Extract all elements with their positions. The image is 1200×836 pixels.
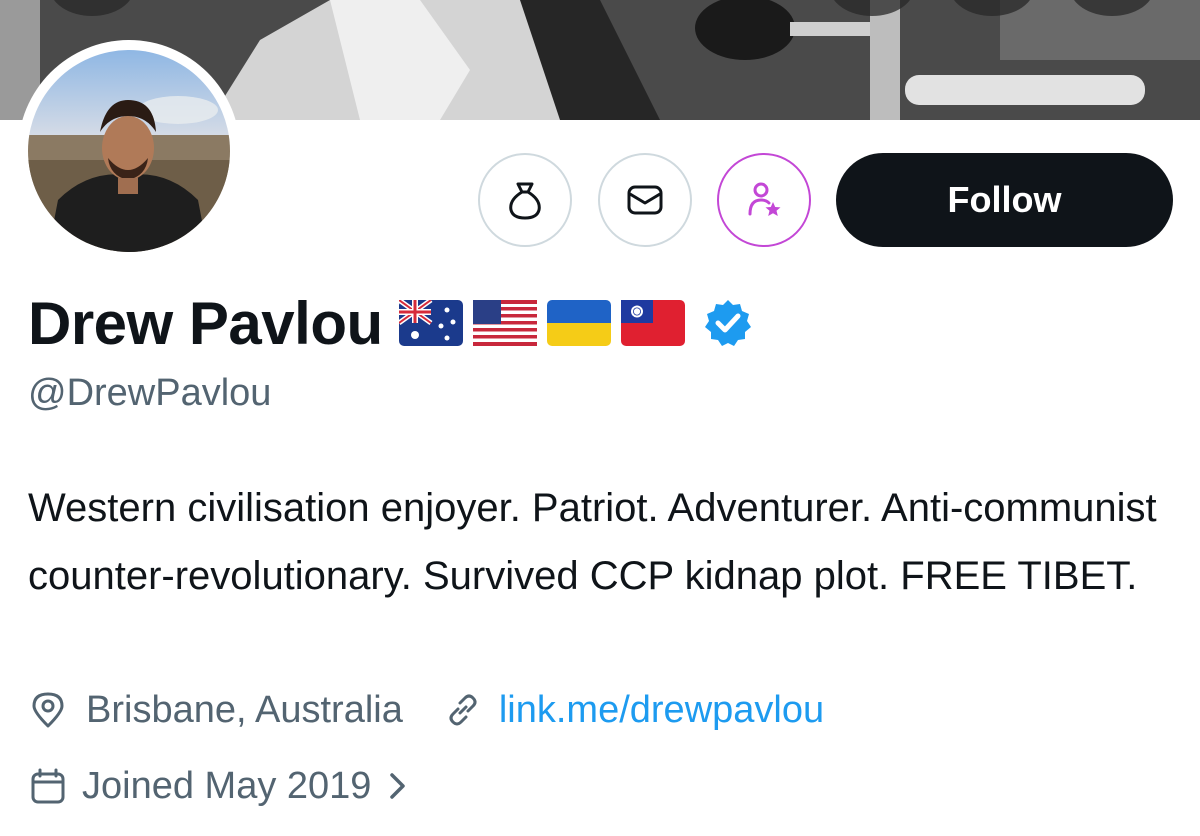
envelope-icon <box>627 185 663 215</box>
person-star-icon <box>748 182 781 216</box>
tip-button[interactable] <box>478 153 572 247</box>
avatar[interactable] <box>28 50 230 252</box>
profile-handle: @DrewPavlou <box>28 372 272 414</box>
follow-button[interactable]: Follow <box>836 153 1173 247</box>
map-pin-icon <box>32 692 64 728</box>
profile-bio: Western civilisation enjoyer. Patriot. A… <box>28 486 1157 598</box>
flag-australia-icon <box>398 300 463 346</box>
name-row: Drew Pavlou <box>28 288 753 358</box>
calendar-icon <box>31 768 65 804</box>
flag-taiwan-icon <box>620 300 685 346</box>
verified-badge-icon[interactable] <box>703 298 753 348</box>
profile-meta-row: Brisbane, Australia link.me/drewpavlou <box>28 684 824 736</box>
flag-emojis <box>398 300 685 346</box>
link-icon <box>449 694 477 726</box>
message-button[interactable] <box>598 153 692 247</box>
flag-ukraine-icon <box>546 300 611 346</box>
flag-usa-icon <box>472 300 537 346</box>
subscribe-button[interactable] <box>717 153 811 247</box>
money-bag-icon <box>509 182 541 220</box>
location-item: Brisbane, Australia <box>28 689 403 732</box>
joined-text: Joined May 2019 <box>82 764 372 807</box>
chevron-right-icon <box>390 773 406 799</box>
display-name: Drew Pavlou <box>28 289 383 357</box>
joined-row[interactable]: Joined May 2019 <box>28 760 411 812</box>
location-text: Brisbane, Australia <box>86 688 403 731</box>
website-link[interactable]: link.me/drewpavlou <box>499 689 824 732</box>
website-item[interactable]: link.me/drewpavlou <box>443 689 824 732</box>
